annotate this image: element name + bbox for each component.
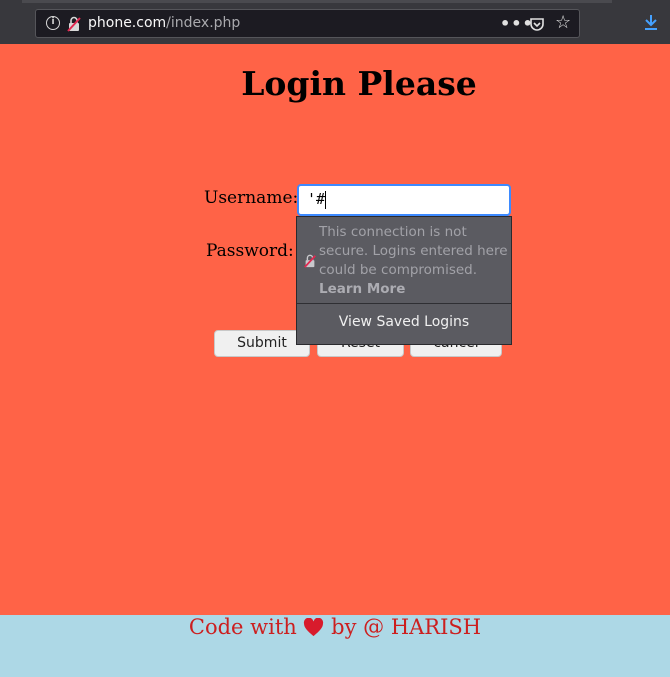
insecure-login-popup: This connection is not secure. Logins en… — [296, 216, 512, 345]
star-icon[interactable]: ☆ — [555, 12, 571, 33]
footer: Code with by @ HARISH — [0, 615, 670, 677]
insecure-lock-icon[interactable] — [66, 16, 82, 36]
username-label: Username: — [204, 188, 299, 208]
url-text[interactable]: phone.com/index.php — [88, 15, 240, 31]
insecure-warning-text: This connection is not secure. Logins en… — [319, 223, 509, 299]
url-bar[interactable]: i phone.com/index.php ••• ☆ — [35, 9, 580, 38]
footer-suffix: by @ HARISH — [331, 615, 482, 639]
popup-divider — [297, 303, 511, 304]
url-path: /index.php — [166, 15, 241, 31]
heart-icon — [303, 617, 324, 642]
page-title: Login Please — [241, 64, 477, 103]
pocket-icon[interactable] — [529, 16, 545, 36]
info-icon[interactable]: i — [46, 16, 60, 30]
insecure-lock-icon — [303, 253, 317, 272]
footer-prefix: Code with — [188, 615, 297, 639]
insecure-message: This connection is not secure. Logins en… — [319, 224, 508, 278]
browser-toolbar: i phone.com/index.php ••• ☆ — [0, 0, 670, 44]
password-label: Password: — [206, 241, 294, 261]
username-input[interactable]: '# — [297, 184, 511, 216]
learn-more-link[interactable]: Learn More — [319, 280, 509, 299]
tab-strip-edge — [22, 0, 612, 3]
download-icon[interactable] — [644, 14, 658, 34]
view-saved-logins-item[interactable]: View Saved Logins — [297, 314, 511, 330]
url-domain: phone.com — [88, 15, 167, 31]
